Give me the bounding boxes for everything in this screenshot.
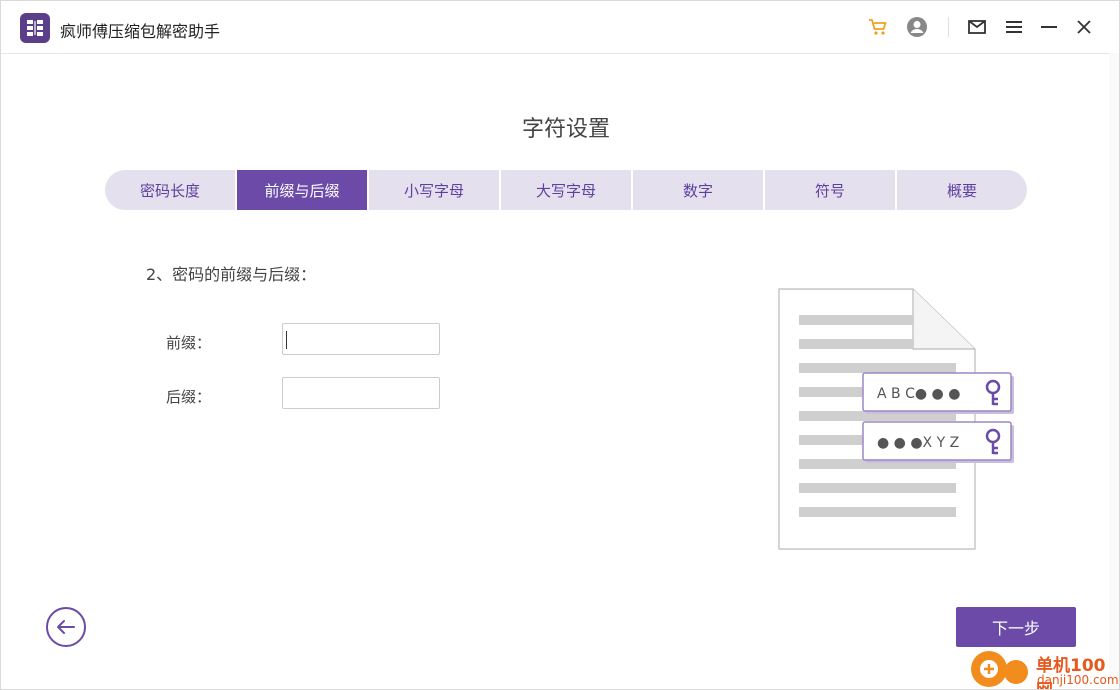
tab-summary[interactable]: 概要 (897, 170, 1027, 210)
app-logo-icon (20, 13, 50, 43)
svg-text:● ● ●X Y Z: ● ● ●X Y Z (877, 435, 959, 451)
app-title: 疯师傅压缩包解密助手 (60, 22, 221, 41)
back-button[interactable] (46, 607, 86, 647)
prefix-suffix-illustration: A B C● ● ● ● ● ●X Y Z (777, 287, 1017, 551)
watermark-logo: 单机100网 danji100.com (969, 649, 1119, 689)
watermark-url: danji100.com (1037, 673, 1119, 687)
minimize-icon[interactable] (1038, 16, 1060, 38)
window-scrollbar[interactable] (1109, 53, 1119, 689)
close-icon[interactable] (1073, 16, 1095, 38)
tab-uppercase[interactable]: 大写字母 (501, 170, 633, 210)
svg-text:A B C● ● ●: A B C● ● ● (877, 386, 960, 402)
suffix-input[interactable] (282, 377, 440, 409)
next-button[interactable]: 下一步 (956, 607, 1076, 647)
title-bar: 疯师傅压缩包解密助手 (1, 1, 1119, 54)
titlebar-separator (948, 17, 949, 37)
prefix-input[interactable] (282, 323, 440, 355)
page-title: 字符设置 (521, 117, 610, 142)
menu-icon[interactable] (1003, 16, 1025, 38)
mail-icon[interactable] (966, 16, 988, 38)
tab-prefix-suffix[interactable]: 前缀与后缀 (237, 170, 369, 210)
prefix-label: 前缀： (166, 334, 212, 352)
suffix-label: 后缀： (166, 388, 212, 406)
tab-symbols[interactable]: 符号 (765, 170, 897, 210)
user-icon[interactable] (906, 16, 928, 38)
tab-digits[interactable]: 数字 (633, 170, 765, 210)
step-tabs: 密码长度 前缀与后缀 小写字母 大写字母 数字 符号 概要 (105, 170, 1027, 210)
watermark-badge-icon (971, 651, 1007, 687)
cart-icon[interactable] (867, 16, 889, 38)
section-label: 2、密码的前缀与后缀： (146, 265, 317, 284)
text-caret (286, 331, 287, 349)
tab-lowercase[interactable]: 小写字母 (369, 170, 501, 210)
tab-password-length[interactable]: 密码长度 (105, 170, 237, 210)
arrow-left-icon (57, 620, 75, 634)
app-window: 疯师傅压缩包解密助手 字符设置 密码长度 前缀与后缀 小写字母 大写字母 数字 … (0, 0, 1120, 690)
